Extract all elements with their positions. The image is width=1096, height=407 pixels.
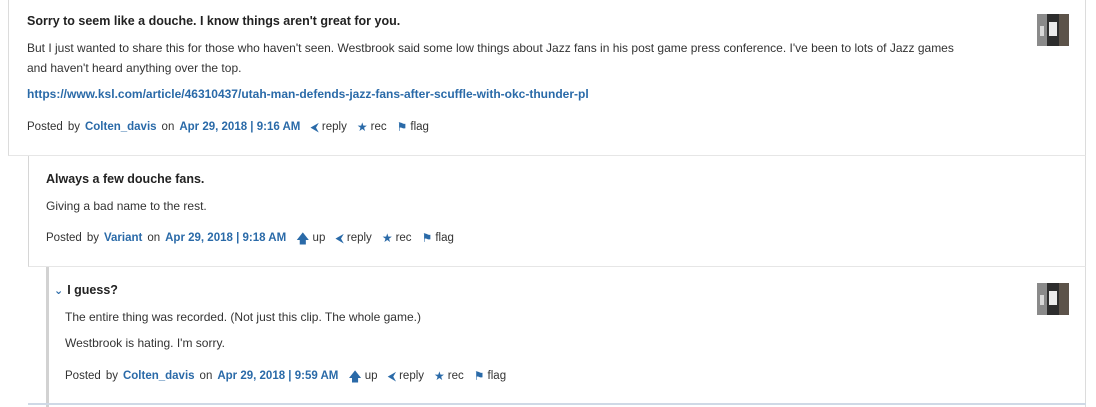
post-meta: Posted by Variant on Apr 29, 2018 | 9:18… [46,230,454,246]
rec-button[interactable]: ★ rec [434,370,464,382]
comment-post: Always a few douche fans. Giving a bad n… [28,156,1086,267]
on-label: on [147,232,161,244]
posted-label: Posted [46,232,82,244]
username-link[interactable]: Variant [104,232,142,244]
reply-arrow-icon: ⮜ [335,231,344,245]
post-title: Always a few douche fans. [46,172,205,186]
by-label: by [105,370,118,382]
divider [28,403,1086,405]
posted-label: Posted [65,370,101,382]
article-link[interactable]: https://www.ksl.com/article/46310437/uta… [27,87,589,101]
up-button[interactable]: 🡅 up [296,232,325,245]
star-icon: ★ [356,120,368,134]
flag-button[interactable]: ⚑ flag [397,121,429,133]
flag-icon: ⚑ [473,369,485,383]
post-body-line: Westbrook is hating. I'm sorry. [65,336,225,350]
post-body-line: and haven't heard anything over the top. [27,61,242,75]
post-body-line: The entire thing was recorded. (Not just… [65,310,421,324]
flag-label: flag [410,121,429,133]
post-date-link[interactable]: Apr 29, 2018 | 9:16 AM [179,121,300,133]
flag-button[interactable]: ⚑ flag [474,370,506,382]
rec-button[interactable]: ★ rec [357,121,387,133]
flag-label: flag [435,232,454,244]
star-icon: ★ [381,231,393,245]
flag-label: flag [487,370,507,382]
avatar[interactable] [1037,283,1069,315]
post-date-link[interactable]: Apr 29, 2018 | 9:59 AM [217,370,338,382]
reply-button[interactable]: ⮜ reply [310,121,346,133]
up-label: up [312,232,326,244]
post-title: Sorry to seem like a douche. I know thin… [27,14,401,28]
rec-label: rec [370,121,387,133]
star-icon: ★ [434,369,445,383]
post-body-line: Giving a bad name to the rest. [46,199,207,213]
comment-post: Sorry to seem like a douche. I know thin… [8,0,1086,156]
rec-label: rec [395,232,412,244]
post-date-link[interactable]: Apr 29, 2018 | 9:18 AM [165,232,286,244]
up-button[interactable]: 🡅 up [348,370,377,383]
chevron-down-icon[interactable]: ⌄ [54,285,63,297]
by-label: by [67,121,80,133]
on-label: on [199,370,213,382]
reply-button[interactable]: ⮜ reply [335,232,371,244]
post-meta: Posted by Colten_davis on Apr 29, 2018 |… [27,119,429,135]
posted-label: Posted [27,121,63,133]
post-meta: Posted by Colten_davis on Apr 29, 2018 |… [65,368,506,384]
flag-icon: ⚑ [396,120,408,134]
up-label: up [364,370,378,382]
reply-label: reply [321,121,347,133]
comment-thread: Sorry to seem like a douche. I know thin… [0,0,1096,407]
username-link[interactable]: Colten_davis [85,121,157,133]
rec-label: rec [447,370,464,382]
flag-icon: ⚑ [421,231,433,245]
arrow-up-icon: 🡅 [348,368,362,384]
rec-button[interactable]: ★ rec [382,232,412,244]
post-body-line: But I just wanted to share this for thos… [27,41,954,55]
on-label: on [161,121,175,133]
post-title-text: I guess? [67,283,118,297]
reply-label: reply [399,370,425,382]
reply-button[interactable]: ⮜ reply [388,370,424,382]
post-title[interactable]: ⌄ I guess? [54,283,118,297]
reply-arrow-icon: ⮜ [387,369,397,383]
arrow-up-icon: 🡅 [296,230,310,246]
reply-arrow-icon: ⮜ [310,120,319,134]
comment-post: ⌄ I guess? The entire thing was recorded.… [46,267,1086,407]
reply-label: reply [346,232,372,244]
avatar[interactable] [1037,14,1069,46]
username-link[interactable]: Colten_davis [123,370,195,382]
flag-button[interactable]: ⚑ flag [422,232,454,244]
by-label: by [86,232,99,244]
